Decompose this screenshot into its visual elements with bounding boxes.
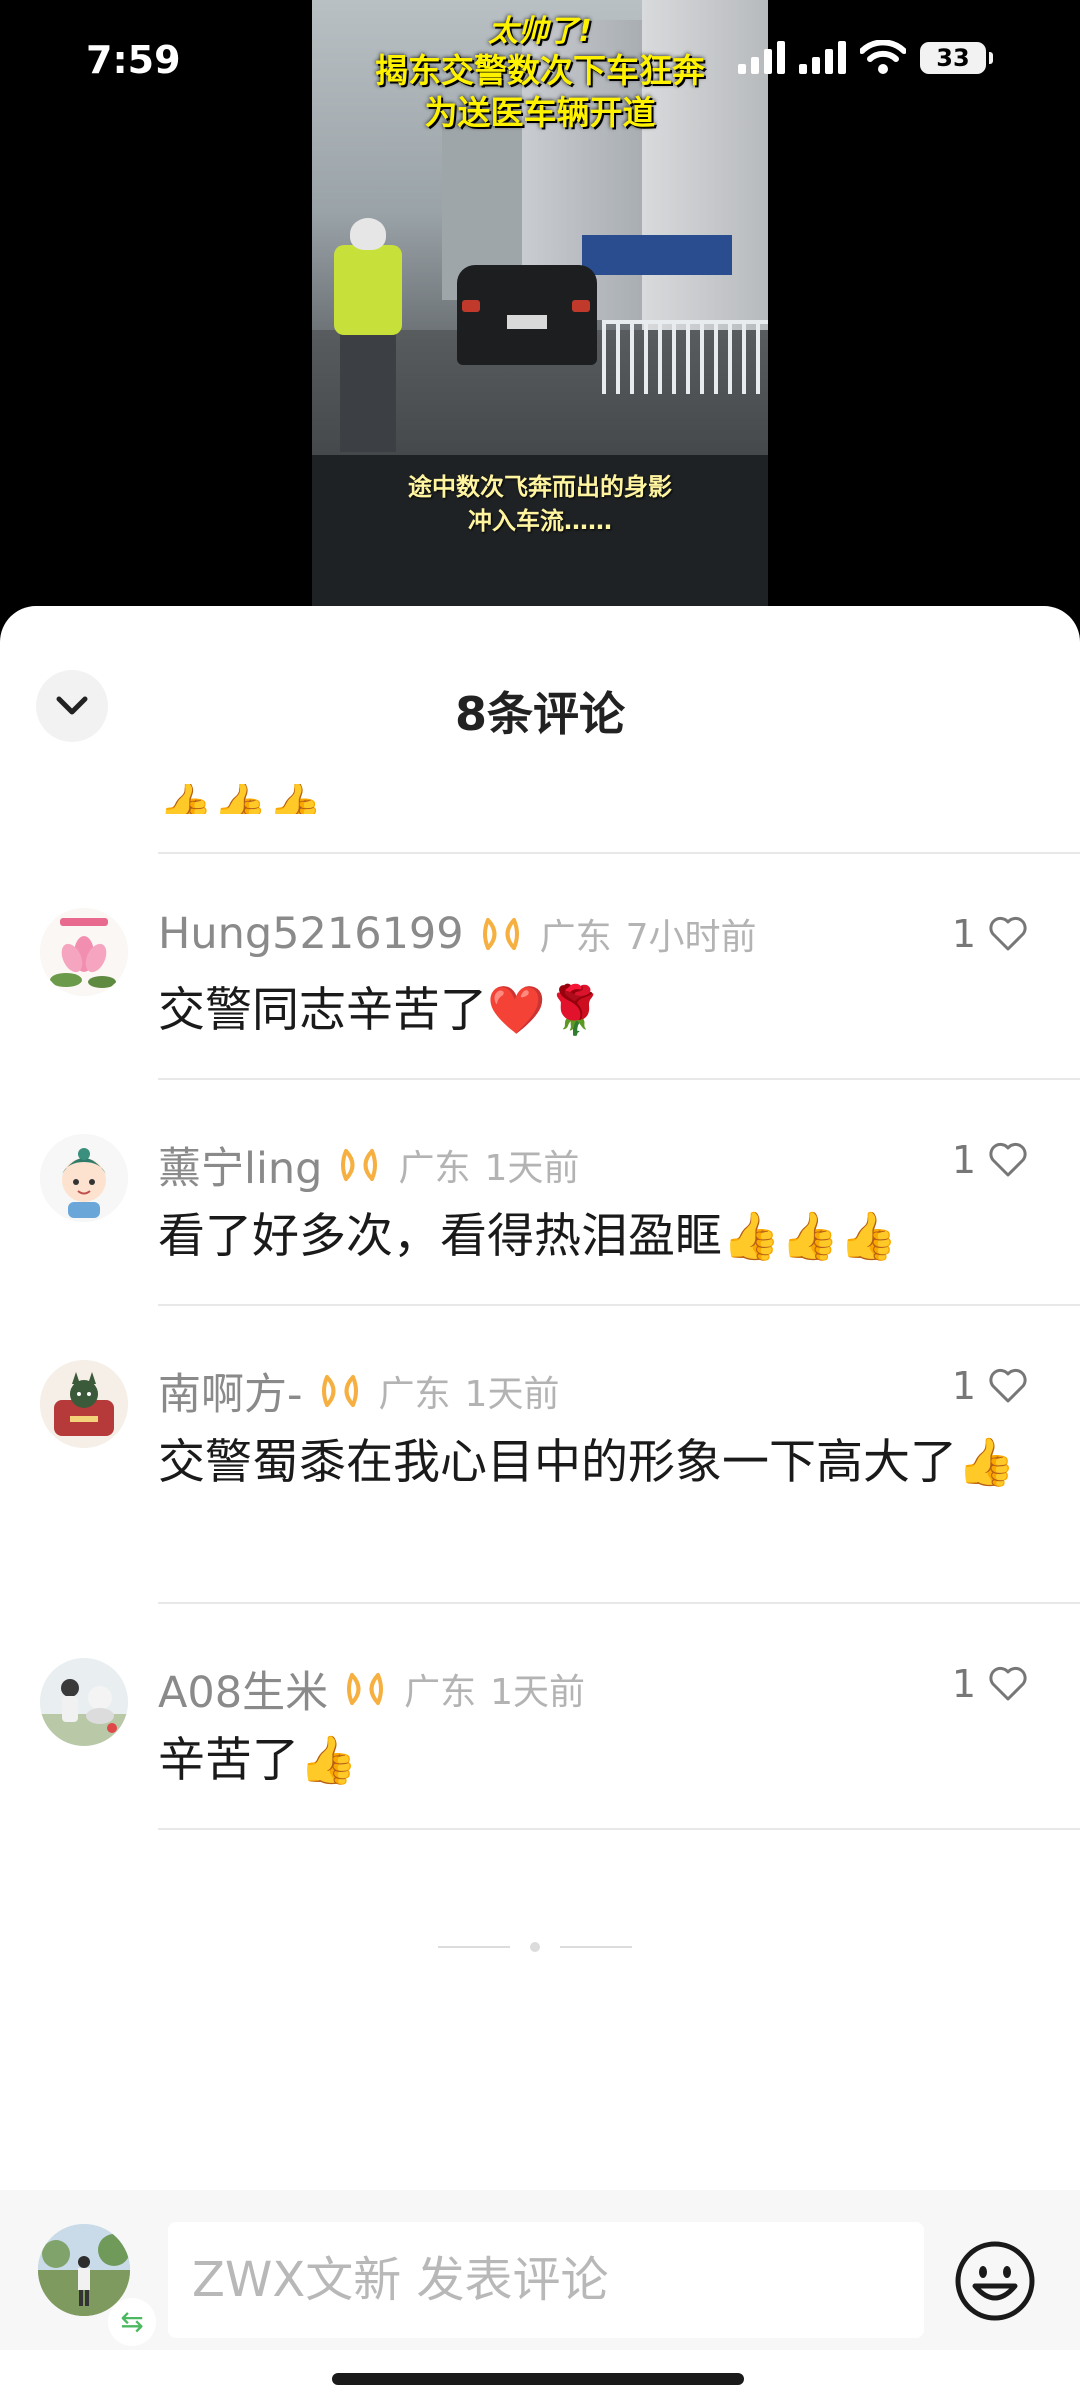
- like-count: 1: [951, 1138, 976, 1182]
- heart-outline-icon: [989, 916, 1027, 951]
- comment-divider: [158, 1828, 1080, 1830]
- comment-divider: [158, 1602, 1080, 1604]
- comment-time: 1天前: [490, 1672, 586, 1713]
- comment-header: A08生米 广东 1天前: [158, 1658, 585, 1720]
- comment-divider: [158, 1078, 1080, 1080]
- like-count: 1: [951, 1364, 976, 1408]
- video-caption-line: 太帅了!: [488, 14, 592, 49]
- video-caption-bottom: 途中数次飞奔而出的身影 冲入车流……: [312, 470, 768, 538]
- comment-header: 南啊方- 广东 1天前: [158, 1360, 559, 1422]
- comment-header: 薰宁ling 广东 1天前: [158, 1134, 579, 1196]
- comment-author[interactable]: 薰宁ling: [158, 1134, 322, 1196]
- video-car-plate: [507, 315, 547, 329]
- video-car-taillight: [462, 300, 480, 312]
- like-button[interactable]: 1: [952, 912, 1028, 956]
- comments-sheet: 8条评论 👍👍👍 Hung5216199 广东 7小时前 1 交警同志辛苦了❤️…: [0, 606, 1080, 2403]
- avatar[interactable]: [40, 1134, 128, 1222]
- like-button[interactable]: 1: [952, 1138, 1028, 1182]
- battery-icon: 33: [920, 42, 993, 74]
- cellular-signal-icon: [799, 40, 846, 74]
- video-fence: [602, 320, 768, 394]
- video-caption-line: 揭东交警数次下车狂奔: [375, 51, 705, 90]
- comment-author[interactable]: A08生米: [158, 1658, 328, 1720]
- like-button[interactable]: 1: [952, 1662, 1028, 1706]
- heart-outline-icon: [989, 1368, 1027, 1403]
- infinity-badge-icon: [321, 1375, 358, 1407]
- comment-divider: [158, 1304, 1080, 1306]
- comment-text: 看了好多次，看得热泪盈眶👍👍👍: [158, 1209, 898, 1264]
- cartoon-kid-avatar-image: [40, 1134, 128, 1222]
- video-officer-cap: [350, 218, 386, 250]
- like-button[interactable]: 1: [952, 1364, 1028, 1408]
- infinity-badge-icon: [341, 1149, 378, 1181]
- end-dot: [530, 1942, 540, 1952]
- partial-comment-text: 👍👍👍: [158, 784, 322, 814]
- comment-text: 交警同志辛苦了❤️🌹: [158, 983, 605, 1038]
- infinity-badge-icon: [482, 918, 519, 950]
- comment-divider: [158, 852, 1080, 854]
- comment-input-bar: ⇆ ZWX文新 发表评论: [0, 2190, 1080, 2350]
- video-caption-line: 冲入车流……: [468, 507, 612, 535]
- video-caption-line: 途中数次飞奔而出的身影: [408, 473, 672, 501]
- wifi-icon: [860, 40, 906, 74]
- comment-time: 1天前: [484, 1148, 580, 1189]
- cartoon-cat-avatar-image: [40, 1360, 128, 1448]
- video-caption-line: 为送医车辆开道: [424, 93, 656, 132]
- avatar[interactable]: [40, 908, 128, 996]
- comments-title: 8条评论: [454, 687, 625, 741]
- end-line: [438, 1946, 510, 1948]
- swap-icon[interactable]: ⇆: [108, 2298, 156, 2346]
- comment-author[interactable]: Hung5216199: [158, 909, 464, 959]
- heart-outline-icon: [989, 1666, 1027, 1701]
- comment-location: 广东: [398, 1148, 471, 1189]
- home-indicator[interactable]: [332, 2373, 744, 2385]
- comment-author[interactable]: 南啊方-: [158, 1360, 303, 1422]
- video-officer-vest: [334, 245, 402, 335]
- status-icons: 33: [738, 40, 993, 74]
- status-time: 7:59: [86, 38, 181, 82]
- thumbs-up-emoji: 👍👍👍: [158, 784, 323, 814]
- comment-text: 辛苦了👍: [158, 1733, 358, 1788]
- like-count: 1: [951, 912, 976, 956]
- end-line: [560, 1946, 632, 1948]
- comment-time: 1天前: [464, 1374, 560, 1415]
- video-officer: [340, 332, 396, 452]
- infinity-badge-icon: [347, 1673, 384, 1705]
- comment-location: 广东: [404, 1672, 477, 1713]
- avatar[interactable]: [40, 1360, 128, 1448]
- comment-input[interactable]: ZWX文新 发表评论: [168, 2222, 924, 2338]
- photo-avatar-image: [40, 1658, 128, 1746]
- comment-text: 交警蜀黍在我心目中的形象一下高大了👍: [158, 1435, 1016, 1490]
- video-caption-top: 太帅了! 揭东交警数次下车狂奔 为送医车辆开道: [312, 6, 768, 134]
- video-car-taillight: [572, 300, 590, 312]
- like-count: 1: [951, 1662, 976, 1706]
- list-end-indicator: [438, 1942, 632, 1952]
- comment-time: 7小时前: [625, 917, 757, 958]
- avatar[interactable]: [40, 1658, 128, 1746]
- heart-outline-icon: [989, 1142, 1027, 1177]
- comment-location: 广东: [539, 917, 612, 958]
- lotus-avatar-image: [40, 908, 128, 996]
- smiley-icon[interactable]: [954, 2240, 1036, 2322]
- cellular-signal-icon: [738, 40, 785, 74]
- comment-header: Hung5216199 广东 7小时前: [158, 908, 757, 960]
- comment-location: 广东: [378, 1374, 451, 1415]
- video-player[interactable]: 太帅了! 揭东交警数次下车狂奔 为送医车辆开道 途中数次飞奔而出的身影 冲入车流…: [312, 0, 768, 606]
- video-sign: [582, 235, 732, 275]
